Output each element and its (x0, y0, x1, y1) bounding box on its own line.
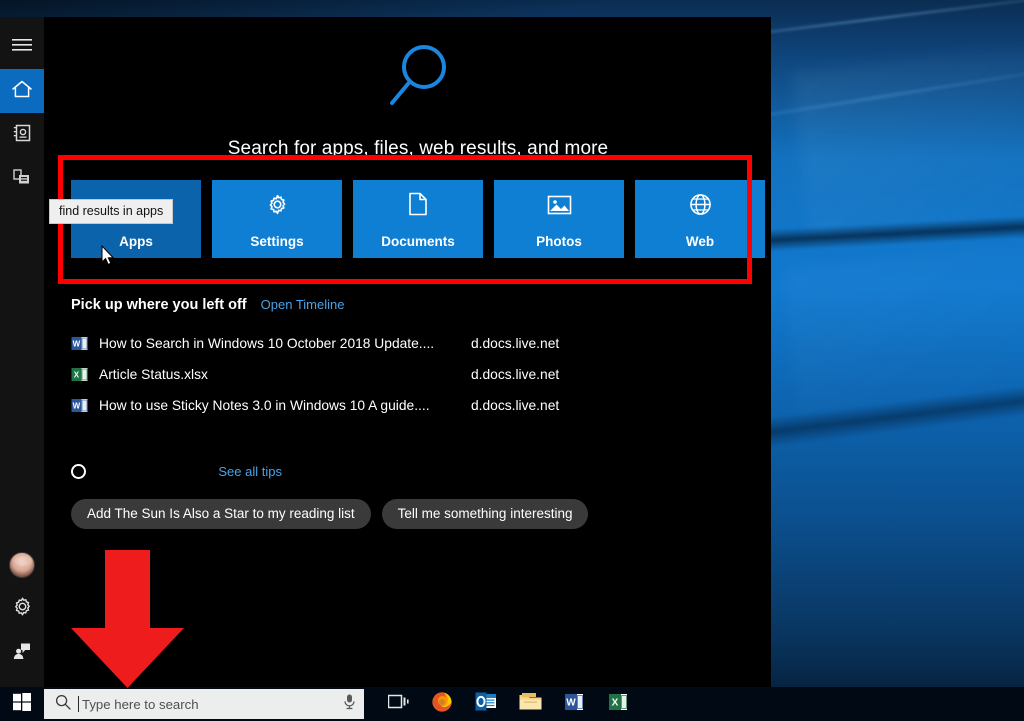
folder-icon (519, 692, 542, 716)
search-hero: Search for apps, files, web results, and… (44, 17, 792, 160)
list-item-source: d.docs.live.net (471, 367, 560, 382)
home-icon (11, 79, 33, 104)
feedback-icon (12, 641, 32, 666)
list-item[interactable]: W How to Search in Windows 10 October 20… (71, 328, 765, 359)
task-view-icon (387, 693, 409, 716)
timeline-section: Pick up where you left off Open Timeline… (44, 297, 792, 421)
list-item-source: d.docs.live.net (471, 336, 560, 351)
sidebar-item-feedback[interactable] (0, 631, 44, 675)
timeline-header: Pick up where you left off Open Timeline (71, 297, 765, 313)
outlook-icon (475, 692, 497, 716)
list-item[interactable]: W How to use Sticky Notes 3.0 in Windows… (71, 390, 765, 421)
list-item-title: How to Search in Windows 10 October 2018… (99, 336, 435, 351)
mouse-cursor (101, 244, 115, 271)
notebook-icon (12, 123, 32, 148)
sidebar-item-collections[interactable] (0, 157, 44, 201)
suggestion-chip[interactable]: Add The Sun Is Also a Star to my reading… (71, 499, 371, 529)
firefox-icon (431, 691, 453, 718)
help-title: How can I help? (97, 463, 208, 479)
tooltip-find-results-in-apps: find results in apps (49, 199, 174, 224)
search-left-rail (0, 17, 44, 687)
list-item-source: d.docs.live.net (471, 398, 560, 413)
list-item-title: Article Status.xlsx (99, 367, 208, 382)
list-item[interactable]: X Article Status.xlsx d.docs.live.net (71, 359, 765, 390)
word-icon: W (71, 335, 88, 352)
sidebar-item-hamburger-menu[interactable] (0, 25, 44, 69)
avatar (9, 552, 35, 578)
collections-icon (12, 167, 32, 192)
sidebar-item-account[interactable] (0, 543, 44, 587)
hamburger-icon (12, 38, 32, 57)
taskbar-items: W X (376, 687, 640, 721)
help-header: How can I help? See all tips (71, 463, 765, 479)
list-item-title: How to use Sticky Notes 3.0 in Windows 1… (99, 398, 430, 413)
taskbar-item-firefox[interactable] (420, 687, 464, 721)
taskbar-item-outlook[interactable] (464, 687, 508, 721)
suggestion-chips: Add The Sun Is Also a Star to my reading… (71, 499, 765, 529)
gear-icon (12, 596, 33, 622)
suggestion-chip[interactable]: Tell me something interesting (381, 499, 589, 529)
taskbar-item-word[interactable]: W (552, 687, 596, 721)
open-timeline-link[interactable]: Open Timeline (261, 297, 345, 312)
help-section: How can I help? See all tips Add The Sun… (44, 463, 792, 529)
svg-text:W: W (566, 697, 576, 708)
sidebar-item-home[interactable] (0, 69, 44, 113)
microphone-icon[interactable] (342, 693, 357, 715)
excel-icon: X (71, 366, 88, 383)
windows-logo-icon (13, 692, 31, 716)
taskbar-item-file-explorer[interactable] (508, 687, 552, 721)
taskbar-item-excel[interactable]: X (596, 687, 640, 721)
svg-text:X: X (74, 371, 80, 380)
red-down-arrow-to-search-box (65, 550, 190, 695)
tooltip-text: find results in apps (59, 204, 164, 218)
see-all-tips-link[interactable]: See all tips (218, 464, 282, 479)
word-icon: W (71, 397, 88, 414)
search-input[interactable]: Type here to search (78, 695, 342, 712)
cortana-ring-icon (71, 463, 86, 479)
sidebar-item-settings[interactable] (0, 587, 44, 631)
timeline-title: Pick up where you left off (71, 297, 247, 313)
taskbar-item-task-view[interactable] (376, 687, 420, 721)
search-icon (55, 694, 71, 715)
excel-icon: X (608, 692, 628, 717)
svg-text:W: W (73, 402, 81, 411)
word-icon: W (564, 692, 584, 717)
timeline-list: W How to Search in Windows 10 October 20… (71, 328, 765, 421)
start-button[interactable] (0, 687, 44, 721)
screen: Search for apps, files, web results, and… (0, 0, 1024, 721)
svg-text:W: W (73, 340, 81, 349)
svg-text:X: X (612, 697, 619, 708)
sidebar-item-notebook[interactable] (0, 113, 44, 157)
magnifier-icon (44, 43, 792, 122)
